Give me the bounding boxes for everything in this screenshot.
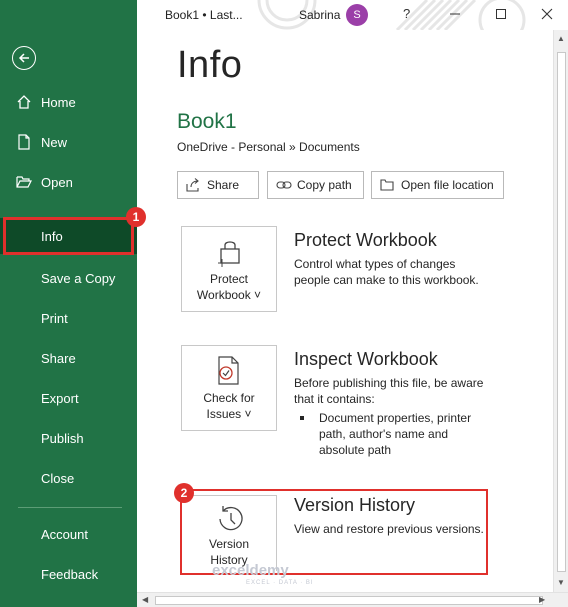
protect-workbook-title: Protect Workbook [294,230,437,250]
nav-print-label: Print [41,310,68,326]
inspect-desc-line1: Before publishing this file, be aware [294,376,484,390]
scroll-left-icon[interactable]: ◀ [142,595,148,604]
maximize-icon[interactable] [491,4,511,24]
check-tile-line2: Issues ˅ [206,407,252,421]
nav-export-label: Export [41,390,79,406]
step-marker-1: 1 [126,207,146,227]
copy-path-label: Copy path [297,178,352,192]
nav-account[interactable]: Account [0,516,137,552]
share-button-label: Share [207,178,240,192]
window-title: Book1 • Last... [165,8,243,22]
open-file-location-label: Open file location [401,178,494,192]
nav-save-a-copy-label: Save a Copy [41,270,116,286]
close-icon[interactable] [537,4,557,24]
nav-close[interactable]: Close [0,460,137,496]
nav-save-a-copy[interactable]: Save a Copy [0,260,137,296]
inspect-desc-line2: that it contains: [294,392,375,406]
nav-export[interactable]: Export [0,380,137,416]
nav-print[interactable]: Print [0,300,137,336]
back-arrow-icon[interactable] [12,46,36,70]
folder-icon [380,178,394,192]
watermark-tagline: EXCEL · DATA · BI [246,580,314,586]
check-for-issues-tile[interactable]: Check for Issues ˅ [181,345,277,431]
nav-new[interactable]: New [0,124,137,160]
nav-share[interactable]: Share [0,340,137,376]
new-file-icon [16,134,32,150]
horizontal-scroll-thumb[interactable] [155,596,543,605]
inspect-workbook-title: Inspect Workbook [294,349,438,369]
check-tile-line1: Check for [203,391,255,405]
vertical-scrollbar[interactable]: ▲ ▼ [553,30,568,592]
nav-publish-label: Publish [41,430,84,446]
nav-account-label: Account [41,526,88,542]
inspect-document-icon [218,356,239,385]
nav-open-label: Open [41,174,73,190]
nav-feedback[interactable]: Feedback [0,556,137,592]
info-highlight-box [3,217,134,255]
sidebar-divider [18,507,122,508]
protect-desc-line1: Control what types of changes [294,257,456,271]
protect-desc-line2: people can make to this workbook. [294,273,479,287]
protect-workbook-tile[interactable]: Protect Workbook ˅ [181,226,277,312]
help-button[interactable]: ? [403,6,410,21]
protect-tile-line2: Workbook ˅ [196,288,262,302]
home-icon [16,94,32,110]
bullet-line3: absolute path [319,443,392,457]
share-button[interactable]: Share [177,171,259,199]
workbook-name: Book1 [177,110,237,133]
bullet-line1: Document properties, printer [319,411,472,425]
scroll-up-icon[interactable]: ▲ [557,34,565,43]
watermark-logo: exceldemy [212,562,289,579]
share-icon [186,178,200,192]
nav-close-label: Close [41,470,75,486]
bullet-line2: path, author's name and [319,427,449,441]
step-marker-2: 2 [174,483,194,503]
nav-publish[interactable]: Publish [0,420,137,456]
file-path: OneDrive - Personal » Documents [177,140,360,154]
open-file-location-button[interactable]: Open file location [371,171,504,199]
nav-home[interactable]: Home [0,84,137,120]
lock-icon [218,241,240,267]
nav-new-label: New [41,134,68,150]
vertical-scroll-thumb[interactable] [557,52,566,572]
minimize-icon[interactable] [445,4,465,24]
horizontal-scrollbar[interactable]: ◀ ▶ [137,592,568,607]
page-title: Info [177,44,243,86]
link-icon [276,178,292,192]
bullet-dot [300,416,304,420]
protect-tile-line1: Protect [209,272,248,286]
open-folder-icon [16,174,32,190]
scroll-right-icon[interactable]: ▶ [539,595,545,604]
nav-home-label: Home [41,94,76,110]
user-name: Sabrina [299,8,341,22]
scroll-down-icon[interactable]: ▼ [557,578,565,587]
nav-feedback-label: Feedback [41,566,99,582]
nav-open[interactable]: Open [0,164,137,200]
avatar[interactable]: S [346,4,368,26]
copy-path-button[interactable]: Copy path [267,171,364,199]
backstage-sidebar: Home New Open Info Save a Copy Print Sha… [0,0,137,607]
nav-share-label: Share [41,350,76,366]
